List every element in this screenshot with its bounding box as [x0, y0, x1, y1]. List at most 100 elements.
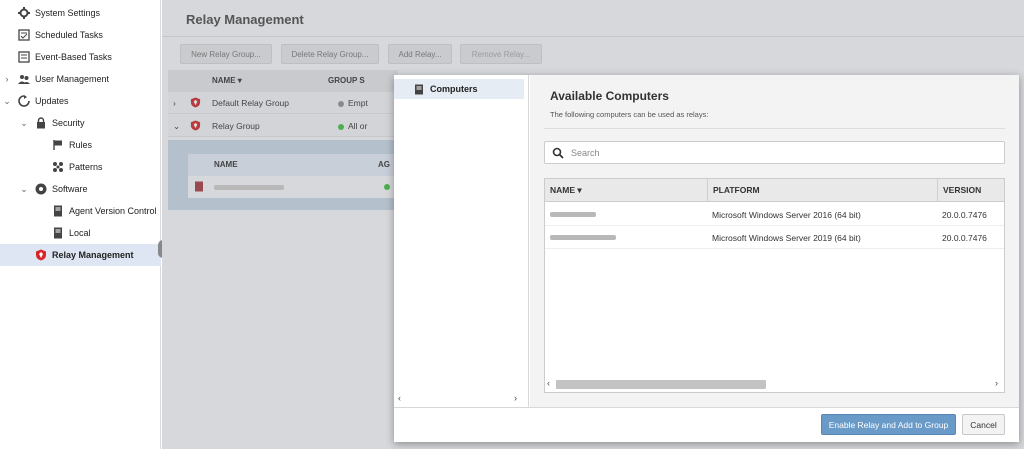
chevron-down-icon[interactable]: ⌄: [173, 121, 180, 132]
version-cell: 20.0.0.7476: [942, 210, 987, 220]
cancel-button[interactable]: Cancel: [962, 414, 1005, 435]
dialog-nav-item-computers[interactable]: Computers: [394, 79, 524, 99]
delete-relay-group-button[interactable]: Delete Relay Group...: [281, 44, 379, 64]
dialog-title: Available Computers: [550, 89, 669, 103]
sidebar-item-system-settings[interactable]: System Settings: [0, 2, 161, 24]
scroll-left-icon[interactable]: ‹: [547, 378, 550, 388]
redacted-computer-name: [550, 212, 596, 217]
chevron-down-icon[interactable]: ⌄: [19, 118, 29, 129]
enable-relay-button[interactable]: Enable Relay and Add to Group: [821, 414, 956, 435]
server-icon: [52, 205, 64, 217]
chevron-right-icon[interactable]: ›: [2, 74, 12, 84]
column-header-name[interactable]: NAME ▾: [545, 179, 707, 202]
sidebar-item-label: Rules: [69, 140, 93, 150]
sidebar-item-security[interactable]: ⌄ Security: [0, 112, 161, 134]
sidebar-item-scheduled-tasks[interactable]: Scheduled Tasks: [0, 24, 161, 46]
table-row[interactable]: [188, 176, 398, 198]
divider: [162, 36, 1024, 37]
dialog-subtitle: The following computers can be used as r…: [550, 110, 709, 119]
scheduled-tasks-icon: [18, 29, 30, 41]
table-horizontal-scrollbar[interactable]: ‹ ›: [545, 377, 1004, 392]
search-box[interactable]: [544, 141, 1005, 164]
add-relay-button[interactable]: Add Relay...: [388, 44, 452, 64]
column-header-group-status[interactable]: GROUP S: [328, 76, 365, 85]
users-icon: [18, 73, 30, 85]
sidebar-item-label: User Management: [35, 74, 110, 84]
sidebar-item-label: Patterns: [69, 162, 103, 172]
chevron-down-icon[interactable]: ⌄: [2, 96, 12, 107]
dialog-footer: Enable Relay and Add to Group Cancel: [394, 407, 1019, 442]
remove-relay-button[interactable]: Remove Relay...: [460, 44, 542, 64]
sidebar-item-label: System Settings: [35, 8, 101, 18]
scroll-right-icon[interactable]: ›: [514, 393, 517, 403]
relay-shield-icon: [190, 120, 201, 133]
sidebar-item-label: Relay Management: [52, 250, 134, 260]
sidebar: System Settings Scheduled Tasks Event-Ba…: [0, 0, 161, 449]
table-row[interactable]: › Default Relay Group Empt: [168, 92, 398, 114]
table-row[interactable]: Microsoft Windows Server 2016 (64 bit) 2…: [545, 203, 1004, 226]
sidebar-item-label: Agent Version Control: [69, 206, 157, 216]
lock-icon: [35, 117, 47, 129]
new-relay-group-button[interactable]: New Relay Group...: [180, 44, 272, 64]
column-header-version[interactable]: VERSION: [937, 179, 1004, 202]
computer-icon: [194, 181, 204, 194]
chevron-down-icon[interactable]: ⌄: [19, 184, 29, 195]
scroll-right-icon[interactable]: ›: [995, 378, 998, 388]
sidebar-item-label: Local: [69, 228, 91, 238]
platform-cell: Microsoft Windows Server 2019 (64 bit): [712, 233, 861, 243]
sidebar-item-label: Software: [52, 184, 88, 194]
redacted-computer-name: [550, 235, 616, 240]
grid-header: NAME ▾ GROUP S: [168, 70, 398, 92]
sidebar-item-user-management[interactable]: › User Management: [0, 68, 161, 90]
available-computers-dialog: Computers ‹ › Available Computers The fo…: [394, 75, 1019, 442]
divider: [544, 128, 1005, 129]
updates-icon: [18, 95, 30, 107]
table-row[interactable]: ⌄ Relay Group All or: [168, 115, 398, 137]
sidebar-item-software[interactable]: ⌄ Software: [0, 178, 161, 200]
status-dot: [384, 184, 390, 190]
relay-shield-icon: [35, 249, 47, 261]
platform-cell: Microsoft Windows Server 2016 (64 bit): [712, 210, 861, 220]
sidebar-item-patterns[interactable]: Patterns: [0, 156, 161, 178]
column-header-name[interactable]: NAME: [214, 160, 238, 169]
column-header-name[interactable]: NAME ▾: [212, 76, 242, 85]
relay-group-name: Relay Group: [212, 121, 260, 131]
sidebar-item-label: Scheduled Tasks: [35, 30, 103, 40]
relay-group-details: NAME AG: [168, 140, 398, 210]
scroll-left-icon[interactable]: ‹: [398, 393, 401, 403]
gear-icon: [18, 7, 30, 19]
column-header-agent[interactable]: AG: [378, 160, 390, 169]
status-badge: All or: [338, 121, 367, 131]
table-row[interactable]: Microsoft Windows Server 2019 (64 bit) 2…: [545, 226, 1004, 249]
sidebar-item-label: Event-Based Tasks: [35, 52, 112, 62]
server-icon: [414, 84, 424, 95]
status-badge: Empt: [338, 98, 368, 108]
nav-horizontal-scrollbar[interactable]: ‹ ›: [394, 393, 524, 405]
flag-icon: [52, 139, 64, 151]
version-cell: 20.0.0.7476: [942, 233, 987, 243]
sidebar-item-relay-management[interactable]: Relay Management: [0, 244, 161, 266]
page-title: Relay Management: [186, 12, 304, 27]
column-header-platform[interactable]: PLATFORM: [707, 179, 937, 202]
sidebar-item-event-based-tasks[interactable]: Event-Based Tasks: [0, 46, 161, 68]
software-icon: [35, 183, 47, 195]
sidebar-item-agent-version-control[interactable]: Agent Version Control: [0, 200, 161, 222]
sidebar-item-updates[interactable]: ⌄ Updates: [0, 90, 161, 112]
dialog-nav: Computers ‹ ›: [394, 75, 529, 407]
relay-group-name: Default Relay Group: [212, 98, 290, 108]
dialog-nav-label: Computers: [430, 84, 478, 94]
redacted-computer-name: [214, 185, 284, 190]
dialog-content: Available Computers The following comput…: [530, 75, 1019, 407]
event-tasks-icon: [18, 51, 30, 63]
search-icon: [552, 147, 564, 159]
computers-table: NAME ▾ PLATFORM VERSION Microsoft Window…: [544, 178, 1005, 393]
chevron-right-icon[interactable]: ›: [173, 98, 176, 108]
search-input[interactable]: [571, 146, 991, 160]
sidebar-item-label: Security: [52, 118, 85, 128]
sidebar-item-local[interactable]: Local: [0, 222, 161, 244]
sidebar-item-rules[interactable]: Rules: [0, 134, 161, 156]
scrollbar-thumb[interactable]: [556, 380, 766, 389]
server-icon: [52, 227, 64, 239]
sub-grid-header: NAME AG: [188, 154, 398, 176]
patterns-icon: [52, 161, 64, 173]
